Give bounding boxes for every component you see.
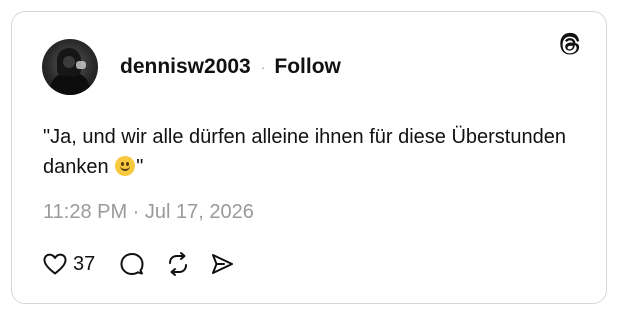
avatar[interactable] xyxy=(42,39,98,95)
repost-icon xyxy=(169,252,188,276)
comment-icon xyxy=(120,253,144,275)
post-card: dennisw2003 · Follow "Ja, und wir alle d… xyxy=(11,11,607,304)
like-button[interactable]: 37 xyxy=(42,252,95,276)
share-button[interactable] xyxy=(209,251,235,277)
threads-logo-icon[interactable] xyxy=(556,31,584,59)
post-text: "Ja, und wir alle dürfen alleine ihnen f… xyxy=(43,122,583,182)
repost-button[interactable] xyxy=(165,251,191,277)
action-bar: 37 xyxy=(42,249,235,279)
username-link[interactable]: dennisw2003 xyxy=(120,55,251,79)
follow-button[interactable]: Follow xyxy=(274,55,341,79)
slightly-smiling-face-icon xyxy=(115,156,136,176)
post-timestamp[interactable]: 11:28 PM · Jul 17, 2026 xyxy=(43,201,254,224)
reply-button[interactable] xyxy=(119,251,145,277)
like-count: 37 xyxy=(73,252,96,275)
separator-dot: · xyxy=(260,59,266,75)
heart-icon xyxy=(43,253,67,275)
post-text-quote-end: " xyxy=(136,156,144,178)
post-header: dennisw2003 · Follow xyxy=(42,39,341,95)
send-icon xyxy=(212,254,234,274)
